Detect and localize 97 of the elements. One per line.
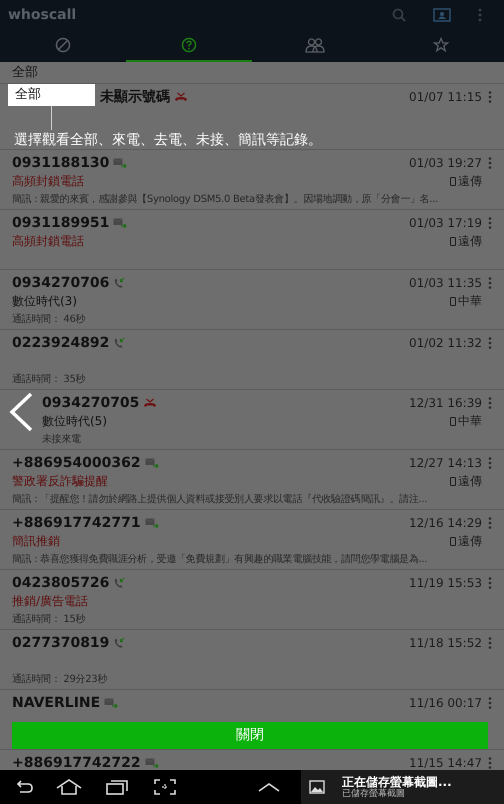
caller-tag: 高頻封鎖電話 xyxy=(12,172,84,190)
caller-tag: 簡訊推銷 xyxy=(12,532,60,550)
tutorial-text: 選擇觀看全部、來電、去電、未接、簡訊等記錄。 xyxy=(14,131,322,149)
message-icon xyxy=(144,458,159,468)
caller-tag: 推銷/廣告電話 xyxy=(12,592,88,610)
phone-icon xyxy=(450,476,456,486)
phone-icon xyxy=(450,416,456,426)
call-time: 12/27 14:13 xyxy=(409,455,482,472)
call-time: 12/16 14:29 xyxy=(409,515,482,532)
question-icon xyxy=(181,37,197,53)
phone-number: 0934270706 xyxy=(12,274,110,292)
phone-icon xyxy=(113,337,126,349)
phone-icon xyxy=(450,176,456,186)
search-icon[interactable] xyxy=(392,8,406,22)
people-icon xyxy=(305,37,325,53)
phone-number: NAVERLINE xyxy=(12,694,100,712)
home-icon[interactable] xyxy=(56,779,82,795)
message-icon xyxy=(104,698,118,708)
phone-number: 0931188130 xyxy=(12,154,110,172)
overflow-menu-icon[interactable] xyxy=(488,397,492,409)
filter-label[interactable]: 全部 xyxy=(12,66,38,79)
message-icon xyxy=(144,758,159,768)
phone-number: 未顯示號碼 xyxy=(100,88,170,106)
carrier-label: 中華 xyxy=(458,413,482,430)
phone-icon xyxy=(450,296,456,306)
notification-subtitle: 已儲存螢幕截圖 xyxy=(342,790,406,798)
callout-tooltip: 全部 xyxy=(8,84,95,106)
overflow-menu-icon[interactable] xyxy=(488,337,492,349)
recent-apps-icon[interactable] xyxy=(106,779,128,795)
call-time: 11/15 14:47 xyxy=(409,755,482,772)
missed-call-icon xyxy=(174,92,188,102)
overflow-menu-icon[interactable] xyxy=(488,277,492,289)
app-title: whoscall xyxy=(8,6,76,24)
call-detail: 通話時間： 46秒 xyxy=(12,312,86,326)
phone-number: +886954000362 xyxy=(12,454,141,472)
chevron-up-icon[interactable] xyxy=(258,782,280,792)
call-time: 11/16 00:17 xyxy=(409,695,482,712)
call-detail: 通話時間： 29分23秒 xyxy=(12,672,108,686)
phone-icon xyxy=(450,236,456,246)
carrier-label: 遠傳 xyxy=(458,473,482,490)
call-detail: 簡訊 : 親愛的來賓，感謝參與【Synology DSM5.0 Beta發表會】。因場地調動，原「分會一」名... xyxy=(12,192,438,206)
call-detail: 未接來電 xyxy=(42,432,81,446)
contact-card-icon[interactable] xyxy=(433,8,451,22)
message-icon xyxy=(113,158,128,168)
call-time: 01/03 17:19 xyxy=(409,215,482,232)
call-time: 01/03 11:35 xyxy=(409,275,482,292)
call-time: 01/02 11:32 xyxy=(409,335,482,352)
call-time: 01/07 11:15 xyxy=(409,89,482,106)
message-icon xyxy=(113,218,128,228)
caller-tag: 數位時代(3) xyxy=(12,292,77,310)
call-detail: 通話時間： 15秒 xyxy=(12,612,86,626)
call-detail: 簡訊 : 恭喜您獲得免費職涯分析，受邀「免費規劃」有興趣的職業電腦技能，請問您學電腦是為... xyxy=(12,552,428,566)
phone-icon xyxy=(450,536,456,546)
caller-tag: 高頻封鎖電話 xyxy=(12,232,84,250)
call-detail: 簡訊 : 「提醒您！請勿於網路上提供個人資料或接受別人要求以電話『代收驗證碼簡訊』。請注... xyxy=(12,492,428,506)
call-time: 01/03 19:27 xyxy=(409,155,482,172)
overflow-menu-icon[interactable] xyxy=(488,157,492,169)
carrier-label: 遠傳 xyxy=(458,233,482,250)
overflow-menu-icon[interactable] xyxy=(488,757,492,769)
phone-number: +886917742722 xyxy=(12,754,141,772)
phone-number: 0277370819 xyxy=(12,634,110,652)
notification-title: 正在儲存螢幕截圖... xyxy=(342,776,452,788)
phone-number: 0931189951 xyxy=(12,214,110,232)
call-time: 12/31 16:39 xyxy=(409,395,482,412)
phone-icon xyxy=(113,277,126,289)
carrier-label: 中華 xyxy=(458,293,482,310)
phone-number: +886917742771 xyxy=(12,514,141,532)
overflow-menu-icon[interactable] xyxy=(488,91,492,103)
overflow-menu-icon[interactable] xyxy=(488,697,492,709)
call-time: 11/18 15:52 xyxy=(409,635,482,652)
caller-tag: 警政署反詐騙提醒 xyxy=(12,472,108,490)
overflow-menu-icon[interactable] xyxy=(478,8,482,22)
star-icon xyxy=(433,37,449,53)
chevron-left-icon[interactable] xyxy=(8,392,34,432)
image-icon xyxy=(309,780,325,794)
overflow-menu-icon[interactable] xyxy=(488,457,492,469)
close-button[interactable]: 關閉 xyxy=(12,722,488,749)
overflow-menu-icon[interactable] xyxy=(488,517,492,529)
back-icon[interactable] xyxy=(14,780,34,794)
phone-icon xyxy=(113,577,126,589)
message-icon xyxy=(144,518,159,528)
phone-number: 0423805726 xyxy=(12,574,110,592)
leader-line xyxy=(51,106,52,130)
phone-number: 0223924892 xyxy=(12,334,110,352)
missed-call-icon xyxy=(143,398,158,408)
phone-number: 0934270705 xyxy=(42,394,140,412)
carrier-label: 遠傳 xyxy=(458,173,482,190)
overflow-menu-icon[interactable] xyxy=(488,637,492,649)
block-icon xyxy=(55,37,71,53)
screenshot-icon[interactable] xyxy=(154,779,176,795)
call-detail: 通話時間： 35秒 xyxy=(12,372,86,386)
caller-tag: 數位時代(5) xyxy=(42,412,107,430)
phone-icon xyxy=(113,637,126,649)
overflow-menu-icon[interactable] xyxy=(488,577,492,589)
call-time: 11/19 15:53 xyxy=(409,575,482,592)
carrier-label: 遠傳 xyxy=(458,533,482,550)
overflow-menu-icon[interactable] xyxy=(488,217,492,229)
